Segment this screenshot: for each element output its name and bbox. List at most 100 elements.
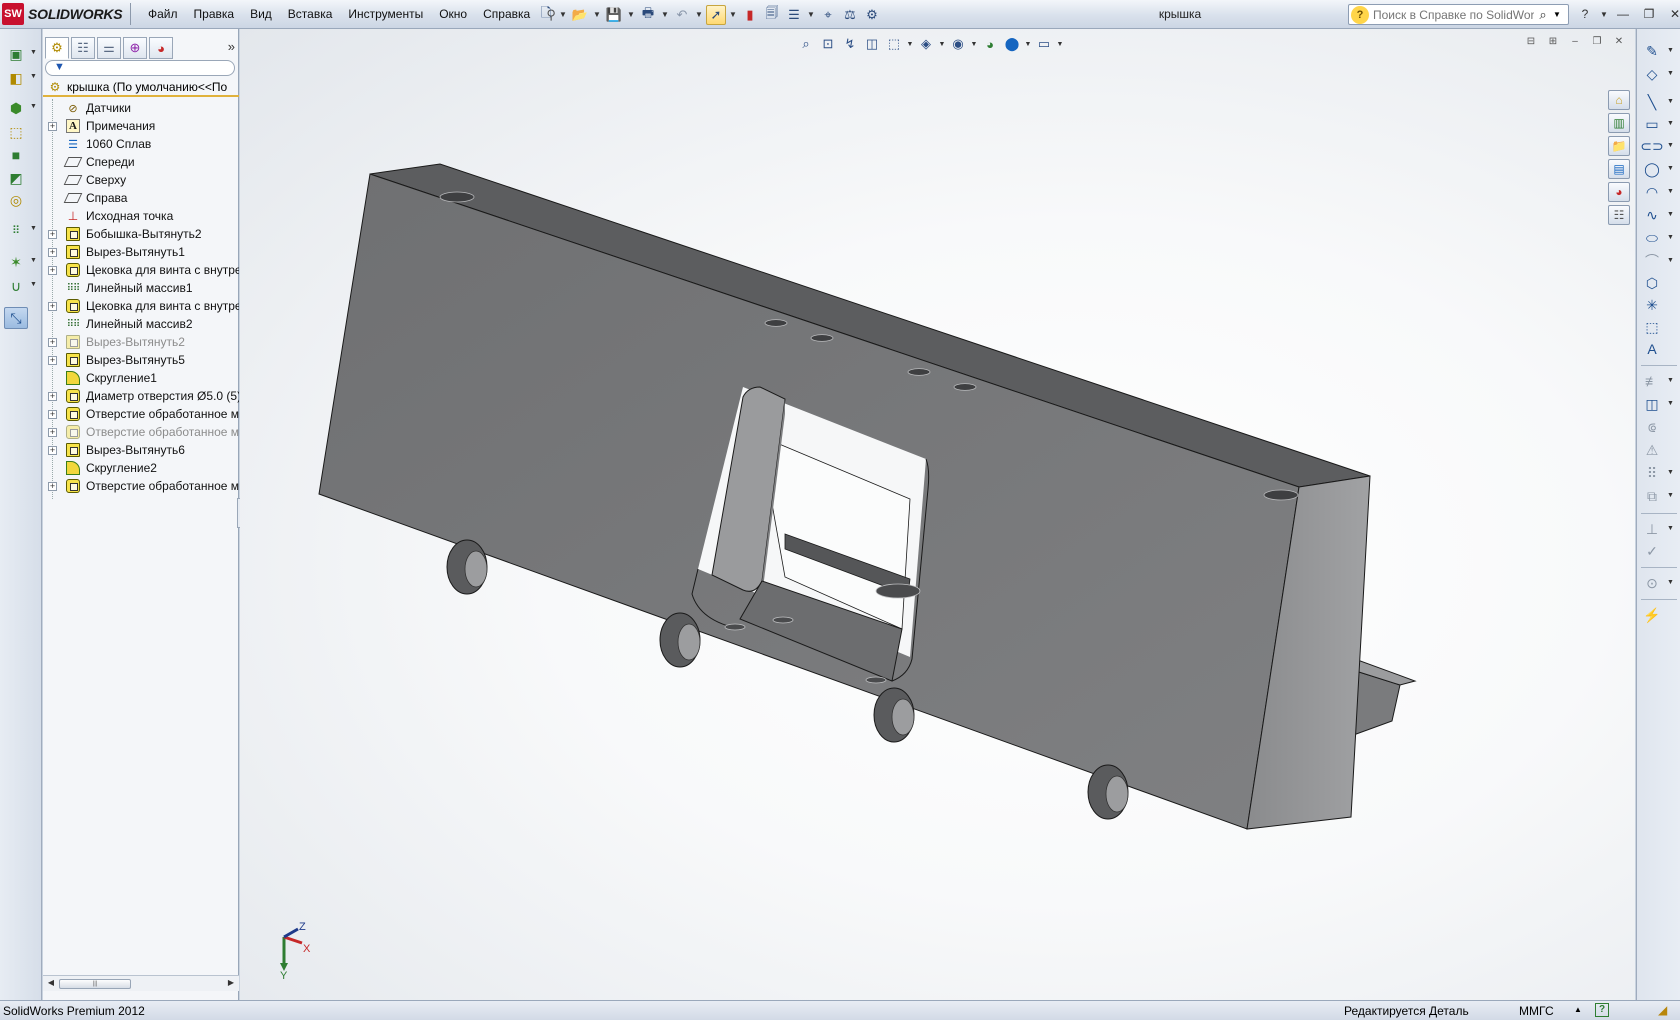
rebuild-icon[interactable]: ▮: [740, 5, 760, 25]
save-icon[interactable]: 💾: [604, 5, 624, 25]
sketch-icon[interactable]: ✎: [1641, 41, 1663, 61]
fillet-sketch-icon[interactable]: ⌒: [1641, 251, 1663, 271]
scroll-thumb[interactable]: |||: [59, 979, 131, 989]
new-dropdown-icon[interactable]: ▼: [558, 5, 568, 25]
trim-dropdown-icon[interactable]: ▼: [1667, 377, 1675, 384]
tree-item[interactable]: Скругление1: [43, 369, 239, 387]
tree-item[interactable]: + Цековка для винта с внутре: [43, 261, 239, 279]
undo-dropdown-icon[interactable]: ▼: [694, 5, 704, 25]
ellipse-icon[interactable]: ⬭: [1641, 228, 1663, 248]
tree-item[interactable]: + Вырез-Вытянуть6: [43, 441, 239, 459]
display-relations-icon[interactable]: ⊥: [1641, 519, 1663, 539]
search-dropdown-icon[interactable]: ▼: [1552, 10, 1562, 19]
tree-item[interactable]: + Цековка для винта с внутре: [43, 297, 239, 315]
lofted-boss-icon[interactable]: ⬚: [4, 121, 28, 143]
file-properties-icon[interactable]: 🗐: [762, 5, 782, 25]
tree-horizontal-scrollbar[interactable]: ◀ ||| ▶: [43, 975, 239, 991]
arc-dropdown-icon[interactable]: ▼: [1667, 188, 1675, 195]
tree-item[interactable]: + Бобышка-Вытянуть2: [43, 225, 239, 243]
tree-item[interactable]: ☰ 1060 Сплав: [43, 135, 239, 153]
tree-item[interactable]: Скругление2: [43, 459, 239, 477]
tree-item[interactable]: ⊘ Датчики: [43, 99, 239, 117]
part-3d-model[interactable]: [240, 29, 1635, 1000]
expand-icon[interactable]: +: [48, 301, 57, 311]
menu-file[interactable]: Файл: [140, 0, 186, 29]
expand-icon[interactable]: +: [48, 121, 57, 131]
open-folder-icon[interactable]: 📂: [570, 5, 590, 25]
expand-icon[interactable]: +: [48, 391, 57, 401]
solidworks-logo[interactable]: SW SOLIDWORKS: [2, 3, 123, 25]
tree-item[interactable]: ⊥ Исходная точка: [43, 207, 239, 225]
expand-icon[interactable]: +: [48, 427, 57, 437]
property-manager-tab-icon[interactable]: ☷: [71, 37, 95, 59]
text-sketch-icon[interactable]: A: [1641, 339, 1663, 359]
solidworks-resources-icon[interactable]: ⌂: [1608, 90, 1630, 110]
sketch-dropdown-icon[interactable]: ▼: [1667, 47, 1675, 54]
expand-icon[interactable]: +: [48, 355, 57, 365]
polygon-icon[interactable]: ⬡: [1641, 273, 1663, 293]
featuremanager-tree-tab-icon[interactable]: ⚙: [45, 37, 69, 59]
tree-item[interactable]: + Вырез-Вытянуть1: [43, 243, 239, 261]
expand-icon[interactable]: +: [48, 409, 57, 419]
custom-properties-icon[interactable]: ☷: [1608, 205, 1630, 225]
tree-item[interactable]: + Отверстие обработанное м: [43, 423, 239, 441]
minimize-icon[interactable]: —: [1612, 4, 1634, 24]
circle-icon[interactable]: ◯: [1641, 159, 1663, 179]
menu-tools[interactable]: Инструменты: [340, 0, 431, 29]
search-icon[interactable]: ⌕: [1534, 7, 1552, 23]
new-document-icon[interactable]: 🗋: [536, 5, 556, 25]
convert-entities-icon[interactable]: ◫: [1641, 394, 1663, 414]
menu-insert[interactable]: Вставка: [280, 0, 341, 29]
pattern-dropdown-icon[interactable]: ▼: [30, 225, 38, 232]
measure-icon[interactable]: ⌖: [818, 5, 838, 25]
move-entities-icon[interactable]: ⧉: [1641, 486, 1663, 506]
configuration-manager-tab-icon[interactable]: ⚌: [97, 37, 121, 59]
curves-icon[interactable]: ∪: [4, 275, 28, 297]
fillet-dropdown-icon[interactable]: ▼: [1667, 257, 1675, 264]
help-search-box[interactable]: ? ⌕ ▼: [1348, 4, 1569, 25]
restore-icon[interactable]: ❐: [1638, 4, 1660, 24]
convert-dropdown-icon[interactable]: ▼: [1667, 400, 1675, 407]
help-status-icon[interactable]: ?: [1595, 1003, 1609, 1017]
snaps-dropdown-icon[interactable]: ▼: [1667, 579, 1675, 586]
select-dropdown-icon[interactable]: ▼: [728, 5, 738, 25]
spline-dropdown-icon[interactable]: ▼: [1667, 211, 1675, 218]
rectangle-dropdown-icon[interactable]: ▼: [1667, 120, 1675, 127]
dimxpert-tab-icon[interactable]: ⊕: [123, 37, 147, 59]
help-search-input[interactable]: [1369, 7, 1534, 22]
print-dropdown-icon[interactable]: ▼: [660, 5, 670, 25]
tree-item[interactable]: + Вырез-Вытянуть2: [43, 333, 239, 351]
tree-root-part[interactable]: ⚙ крышка (По умолчанию<<По: [43, 79, 239, 97]
quick-snaps-icon[interactable]: ⊙: [1641, 573, 1663, 593]
tree-item[interactable]: + A Примечания: [43, 117, 239, 135]
tree-item[interactable]: Сверху: [43, 171, 239, 189]
help-icon[interactable]: ?: [1574, 4, 1596, 24]
select-arrow-icon[interactable]: ➚: [706, 4, 726, 25]
point-icon[interactable]: ✳: [1641, 295, 1663, 315]
expand-icon[interactable]: +: [48, 481, 57, 491]
help-dropdown-icon[interactable]: ▼: [1600, 4, 1608, 24]
print-icon[interactable]: 🖶: [638, 5, 658, 25]
instant3d-icon[interactable]: ⤡: [4, 307, 28, 329]
tree-item[interactable]: ⠿⠿ Линейный массив2: [43, 315, 239, 333]
scroll-right-icon[interactable]: ▶: [225, 978, 237, 987]
close-icon[interactable]: ✕: [1664, 4, 1680, 24]
mirror-entities-icon[interactable]: ⚠: [1641, 440, 1663, 460]
move-dropdown-icon[interactable]: ▼: [1667, 492, 1675, 499]
circle-dropdown-icon[interactable]: ▼: [1667, 165, 1675, 172]
revolve-dropdown-icon[interactable]: ▼: [30, 73, 38, 80]
display-manager-tab-icon[interactable]: ◕: [149, 37, 173, 59]
boss-dropdown-icon[interactable]: ▼: [30, 49, 38, 56]
tree-item[interactable]: + Отверстие обработанное м: [43, 405, 239, 423]
arc-icon[interactable]: ◠: [1641, 182, 1663, 202]
swept-dropdown-icon[interactable]: ▼: [30, 103, 38, 110]
scroll-left-icon[interactable]: ◀: [45, 978, 57, 987]
tree-item[interactable]: + Отверстие обработанное м: [43, 477, 239, 495]
rectangle-icon[interactable]: ▭: [1641, 114, 1663, 134]
expand-icon[interactable]: +: [48, 337, 57, 347]
more-tabs-icon[interactable]: »: [228, 39, 235, 54]
dimension-dropdown-icon[interactable]: ▼: [1667, 70, 1675, 77]
unit-dropdown-icon[interactable]: ▲: [1574, 1005, 1582, 1014]
swept-boss-icon[interactable]: ⬢: [4, 97, 28, 119]
menu-window[interactable]: Окно: [431, 0, 475, 29]
